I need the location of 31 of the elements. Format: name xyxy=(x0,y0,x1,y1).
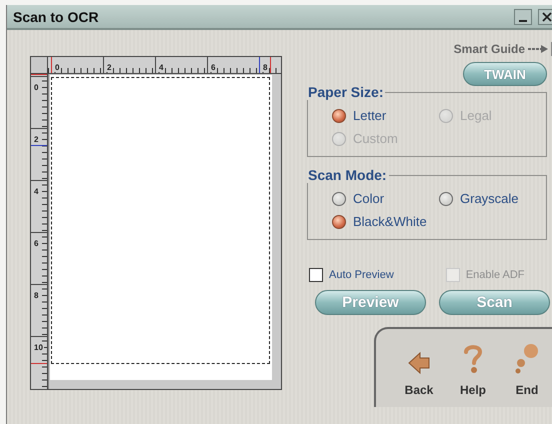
ruler-number: 0 xyxy=(33,83,40,92)
spheres-icon xyxy=(514,343,540,375)
ruler-number: 6 xyxy=(33,239,40,248)
nav-button[interactable]: End xyxy=(508,337,546,397)
radio-option[interactable]: Grayscale xyxy=(439,191,546,206)
radio-option[interactable]: Black&White xyxy=(332,214,439,229)
ruler-number: 6 xyxy=(210,63,216,72)
back-arrow-icon xyxy=(407,351,431,375)
smart-guide-label: Smart Guide xyxy=(454,42,525,56)
checkbox-option[interactable]: Auto Preview xyxy=(309,268,394,282)
ruler-number: 2 xyxy=(33,135,40,144)
group-title: Scan Mode: xyxy=(307,167,388,183)
ruler-number: 2 xyxy=(106,63,112,72)
ruler-number: 10 xyxy=(33,343,44,352)
ruler-number: 8 xyxy=(262,63,268,72)
minimize-icon xyxy=(519,20,527,22)
nav-button[interactable]: Back xyxy=(400,337,438,397)
minimize-button[interactable] xyxy=(514,8,532,24)
ruler-number: 0 xyxy=(54,63,60,72)
arrow-icon xyxy=(528,45,548,53)
radio-option[interactable]: Letter xyxy=(332,108,439,123)
ruler-number: 4 xyxy=(158,63,164,72)
window-title: Scan to OCR xyxy=(13,8,99,24)
radio-option[interactable]: Color xyxy=(332,191,439,206)
question-mark-icon xyxy=(463,343,483,375)
group-title: Paper Size: xyxy=(307,84,384,100)
close-button[interactable] xyxy=(538,8,552,24)
nav-button[interactable]: Help xyxy=(454,337,492,397)
close-icon xyxy=(542,12,552,22)
ruler-number: 8 xyxy=(33,291,40,300)
ruler-number: 4 xyxy=(33,187,40,196)
